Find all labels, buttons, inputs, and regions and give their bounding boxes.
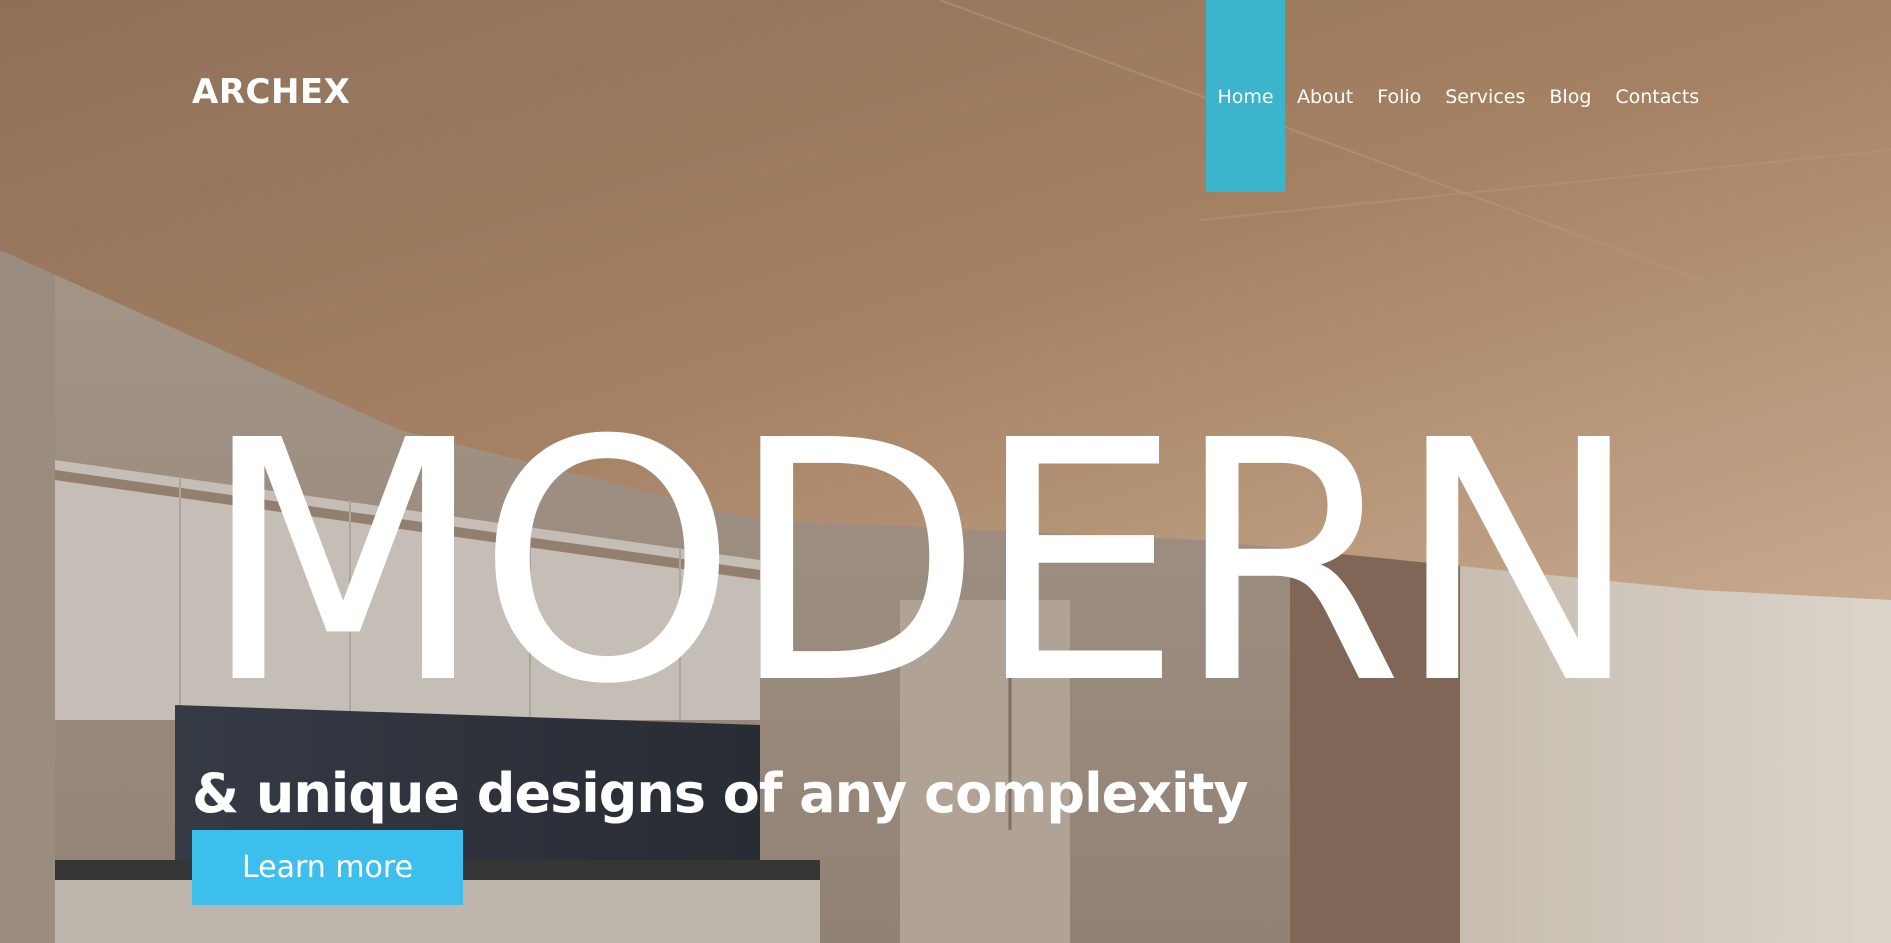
nav-item-services[interactable]: Services (1433, 0, 1537, 192)
nav-item-contacts[interactable]: Contacts (1603, 0, 1711, 192)
site-header: ARCHEX Home About Folio Services Blog Co… (0, 0, 1891, 192)
nav-item-home[interactable]: Home (1206, 0, 1285, 192)
site-logo[interactable]: ARCHEX (192, 72, 350, 112)
nav-item-folio[interactable]: Folio (1365, 0, 1433, 192)
hero-subtitle: & unique designs of any complexity (192, 762, 1249, 825)
nav-item-about[interactable]: About (1285, 0, 1365, 192)
main-nav: Home About Folio Services Blog Contacts (1206, 0, 1711, 192)
nav-item-blog[interactable]: Blog (1537, 0, 1603, 192)
learn-more-button[interactable]: Learn more (192, 830, 463, 905)
hero-section: ARCHEX Home About Folio Services Blog Co… (0, 0, 1891, 943)
hero-headline: MODERN (200, 371, 1642, 757)
